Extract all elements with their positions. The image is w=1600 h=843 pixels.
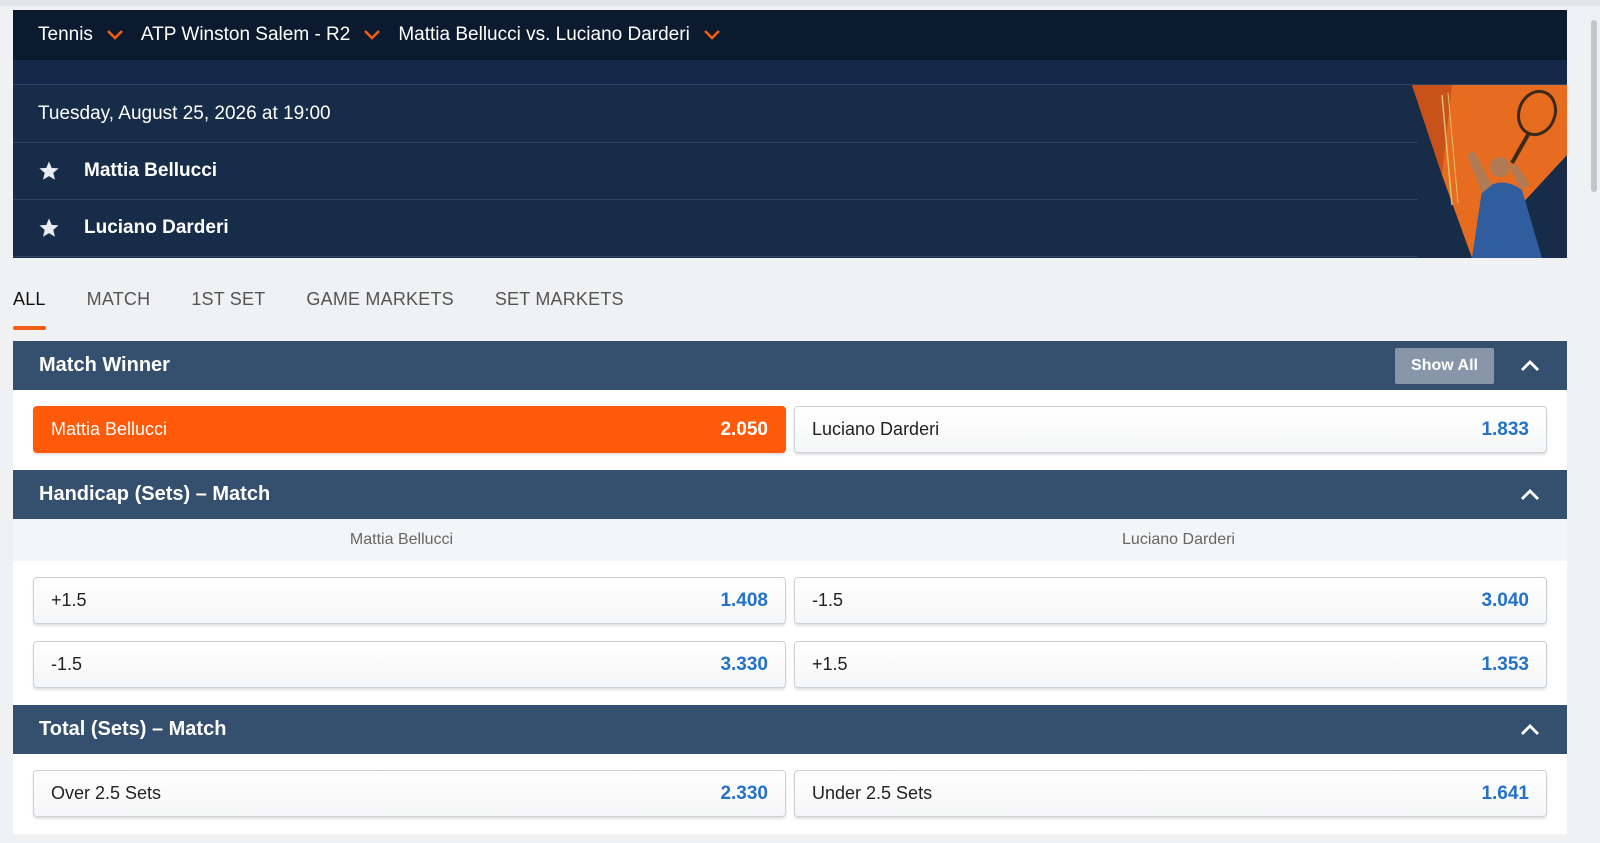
odds-label: Over 2.5 Sets — [51, 783, 162, 803]
market-title: Match Winner — [39, 354, 170, 376]
odds-button[interactable]: Luciano Darderi 1.833 — [794, 406, 1547, 453]
odds-price: 1.833 — [1481, 418, 1529, 440]
odds-button-selected[interactable]: Mattia Bellucci 2.050 — [33, 406, 786, 453]
handicap-column-labels: Mattia Bellucci Luciano Darderi — [13, 519, 1567, 561]
tab-all[interactable]: ALL — [13, 289, 46, 330]
tab-game-markets[interactable]: GAME MARKETS — [306, 289, 453, 310]
odds-label: Under 2.5 Sets — [812, 783, 933, 803]
odds-label: Luciano Darderi — [812, 419, 940, 439]
odds-button[interactable]: +1.5 1.408 — [33, 577, 786, 624]
chevron-down-icon — [364, 30, 381, 40]
breadcrumb-match-label: Mattia Bellucci vs. Luciano Darderi — [398, 24, 690, 45]
odds-row: -1.5 3.330 +1.5 1.353 — [33, 641, 1547, 688]
odds-label: +1.5 — [812, 654, 848, 674]
event-header: Tuesday, August 25, 2026 at 19:00 Mattia… — [13, 85, 1567, 258]
odds-button[interactable]: +1.5 1.353 — [794, 641, 1547, 688]
header-band — [13, 60, 1567, 85]
market-tabs: ALL MATCH 1ST SET GAME MARKETS SET MARKE… — [13, 258, 1567, 341]
odds-label: +1.5 — [51, 590, 87, 610]
odds-row: Mattia Bellucci 2.050 Luciano Darderi 1.… — [33, 406, 1547, 453]
chevron-up-icon[interactable] — [1520, 485, 1540, 505]
market-body-total: Over 2.5 Sets 2.330 Under 2.5 Sets 1.641 — [13, 754, 1567, 834]
odds-price: 3.330 — [720, 653, 768, 675]
market-header-total[interactable]: Total (Sets) – Match — [13, 705, 1567, 754]
event-page: Tennis ATP Winston Salem - R2 Mattia Bel… — [13, 10, 1567, 834]
market-header-match-winner[interactable]: Match Winner Show All — [13, 341, 1567, 390]
odds-price: 2.050 — [720, 418, 768, 440]
breadcrumb: Tennis ATP Winston Salem - R2 Mattia Bel… — [13, 10, 1567, 60]
breadcrumb-sport-label: Tennis — [38, 24, 93, 45]
star-icon[interactable] — [38, 217, 60, 239]
tab-1st-set[interactable]: 1ST SET — [191, 289, 265, 310]
breadcrumb-tournament-label: ATP Winston Salem - R2 — [140, 24, 351, 45]
breadcrumb-match[interactable]: Mattia Bellucci vs. Luciano Darderi — [398, 24, 720, 46]
odds-price: 2.330 — [720, 782, 768, 804]
odds-button[interactable]: Over 2.5 Sets 2.330 — [33, 770, 786, 817]
odds-button[interactable]: -1.5 3.040 — [794, 577, 1547, 624]
star-icon[interactable] — [38, 160, 60, 182]
player-name: Luciano Darderi — [84, 217, 229, 238]
market-title: Handicap (Sets) – Match — [39, 483, 271, 505]
odds-row: Over 2.5 Sets 2.330 Under 2.5 Sets 1.641 — [33, 770, 1547, 817]
market-body-match-winner: Mattia Bellucci 2.050 Luciano Darderi 1.… — [13, 390, 1567, 470]
odds-row: +1.5 1.408 -1.5 3.040 — [33, 577, 1547, 624]
market-title: Total (Sets) – Match — [39, 718, 227, 740]
show-all-button[interactable]: Show All — [1395, 348, 1494, 384]
breadcrumb-tournament[interactable]: ATP Winston Salem - R2 — [140, 24, 381, 46]
tennis-player-illustration — [1412, 85, 1567, 258]
odds-label: Mattia Bellucci — [51, 419, 168, 439]
chevron-up-icon[interactable] — [1520, 720, 1540, 740]
odds-price: 3.040 — [1481, 589, 1529, 611]
column-label: Luciano Darderi — [1122, 531, 1235, 548]
top-edge — [0, 0, 1600, 6]
player-row: Luciano Darderi — [13, 200, 1418, 257]
tab-set-markets[interactable]: SET MARKETS — [495, 289, 624, 310]
scrollbar[interactable] — [1591, 20, 1597, 192]
chevron-up-icon[interactable] — [1520, 356, 1540, 376]
odds-price: 1.641 — [1481, 782, 1529, 804]
tab-match[interactable]: MATCH — [87, 289, 151, 310]
event-datetime: Tuesday, August 25, 2026 at 19:00 — [13, 85, 1418, 143]
player-row: Mattia Bellucci — [13, 143, 1418, 200]
odds-button[interactable]: Under 2.5 Sets 1.641 — [794, 770, 1547, 817]
breadcrumb-sport[interactable]: Tennis — [38, 24, 123, 46]
column-label: Mattia Bellucci — [349, 531, 454, 548]
odds-button[interactable]: -1.5 3.330 — [33, 641, 786, 688]
odds-price: 1.408 — [720, 589, 768, 611]
player-name: Mattia Bellucci — [84, 160, 218, 181]
odds-label: -1.5 — [51, 654, 83, 674]
chevron-down-icon — [703, 30, 720, 40]
market-body-handicap: +1.5 1.408 -1.5 3.040 -1.5 3.330 +1.5 1.… — [13, 561, 1567, 705]
odds-price: 1.353 — [1481, 653, 1529, 675]
odds-label: -1.5 — [812, 590, 844, 610]
market-header-handicap[interactable]: Handicap (Sets) – Match — [13, 470, 1567, 519]
chevron-down-icon — [107, 30, 123, 40]
